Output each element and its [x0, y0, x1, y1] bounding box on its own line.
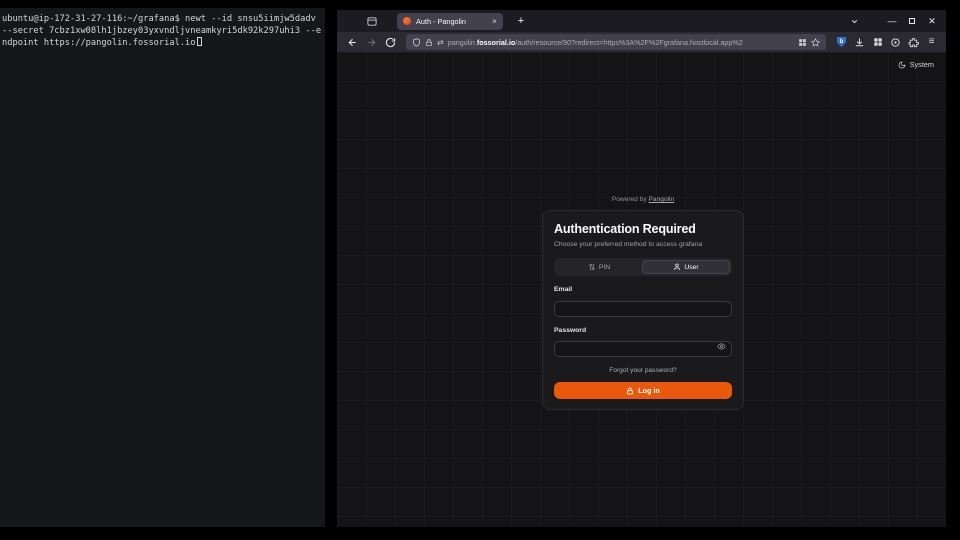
password-label: Password [554, 327, 732, 334]
new-tab-button[interactable]: + [513, 15, 529, 27]
terminal-line: ndpoint https://pangolin.fossorial.io [2, 37, 323, 49]
tab-user[interactable]: User [642, 260, 730, 274]
maximize-button[interactable] [904, 13, 920, 29]
back-button[interactable] [344, 34, 360, 50]
pangolin-favicon-icon [403, 17, 411, 25]
window-controls: — ✕ [846, 13, 940, 29]
close-window-button[interactable]: ✕ [924, 13, 940, 29]
downloads-button[interactable] [852, 35, 867, 50]
hamburger-menu-icon: ≡ [929, 37, 935, 47]
browser-window: Auth - Pangolin × + — ✕ [337, 10, 946, 527]
theme-toggle[interactable]: System [898, 60, 934, 69]
bookmark-star-icon[interactable] [811, 38, 820, 47]
browser-toolbar: ⇄ pangolin.fossorial.io/auth/resource/90… [337, 32, 946, 52]
email-input[interactable] [554, 301, 732, 317]
tab-pin-label: PIN [599, 264, 610, 271]
tab-user-label: User [684, 264, 698, 271]
https-lock-icon[interactable] [425, 38, 433, 47]
login-button-label: Log in [638, 386, 660, 395]
forward-button[interactable] [363, 34, 379, 50]
download-icon [854, 37, 865, 48]
chevron-down-icon [850, 17, 859, 26]
show-password-button[interactable] [717, 342, 726, 351]
puzzle-piece-icon [908, 37, 919, 48]
user-icon [673, 263, 681, 271]
reload-button[interactable] [382, 34, 398, 50]
login-button[interactable]: Log in [554, 382, 732, 399]
reader-grid-icon[interactable] [798, 38, 807, 47]
extensions-button[interactable] [906, 35, 921, 50]
ring-circle-icon [890, 37, 901, 48]
password-field-wrap [554, 338, 732, 358]
reload-icon [385, 37, 396, 48]
list-tabs-button[interactable] [846, 13, 862, 29]
extension-shield-icon: b [837, 37, 846, 47]
permissions-swap-icon[interactable]: ⇄ [437, 38, 444, 47]
desktop: ubuntu@ip-172-31-27-116:~/grafana$ newt … [0, 0, 960, 540]
tab-auth-pangolin[interactable]: Auth - Pangolin × [397, 13, 503, 30]
auth-method-tabs: PIN User [554, 258, 732, 276]
forward-icon [366, 37, 377, 48]
email-label: Email [554, 286, 732, 293]
moon-icon [898, 61, 906, 69]
url-text[interactable]: pangolin.fossorial.io/auth/resource/90?r… [448, 38, 794, 47]
lock-icon [626, 387, 634, 395]
four-squares-icon [873, 37, 883, 47]
pin-keypad-icon [588, 263, 596, 271]
minimize-button[interactable]: — [884, 13, 900, 29]
eye-icon [717, 342, 726, 351]
app-menu-button[interactable]: ≡ [924, 35, 939, 50]
extensions-grid-button[interactable] [870, 35, 885, 50]
auth-card: Authentication Required Choose your pref… [542, 210, 744, 410]
terminal-output: ubuntu@ip-172-31-27-116:~/grafana$ newt … [0, 8, 325, 54]
pangolin-link[interactable]: Pangolin [649, 196, 675, 203]
bitwarden-extension-button[interactable]: b [834, 35, 849, 50]
firefox-view-button[interactable] [363, 13, 381, 29]
tab-close-icon[interactable]: × [492, 17, 497, 26]
forgot-password-link[interactable]: Forgot your password? [554, 367, 732, 374]
tracking-protection-shield-icon[interactable] [412, 38, 421, 47]
page-content: System Powered by Pangolin Authenticatio… [337, 52, 946, 527]
terminal-line: --secret 7cbz1xw08lh1jbzey03yxvndljvneam… [2, 25, 323, 37]
url-domain: fossorial.io [477, 38, 515, 47]
theme-toggle-label: System [910, 60, 934, 69]
maximize-icon [909, 18, 915, 24]
card-title: Authentication Required [554, 222, 732, 236]
email-field-wrap [554, 297, 732, 317]
terminal-cursor [197, 37, 202, 46]
auth-section: Powered by Pangolin Authentication Requi… [542, 196, 744, 410]
account-button[interactable] [888, 35, 903, 50]
card-subtitle: Choose your preferred method to access g… [554, 241, 732, 248]
powered-by: Powered by Pangolin [542, 196, 744, 203]
firefox-view-icon [366, 16, 378, 27]
tab-pin[interactable]: PIN [556, 260, 642, 274]
back-icon [347, 37, 358, 48]
url-bar[interactable]: ⇄ pangolin.fossorial.io/auth/resource/90… [406, 34, 826, 50]
password-input[interactable] [554, 341, 732, 357]
terminal-line: ubuntu@ip-172-31-27-116:~/grafana$ newt … [2, 13, 323, 25]
terminal-window[interactable]: ubuntu@ip-172-31-27-116:~/grafana$ newt … [0, 8, 325, 527]
browser-tab-bar: Auth - Pangolin × + — ✕ [337, 10, 946, 32]
tab-title: Auth - Pangolin [416, 17, 487, 26]
